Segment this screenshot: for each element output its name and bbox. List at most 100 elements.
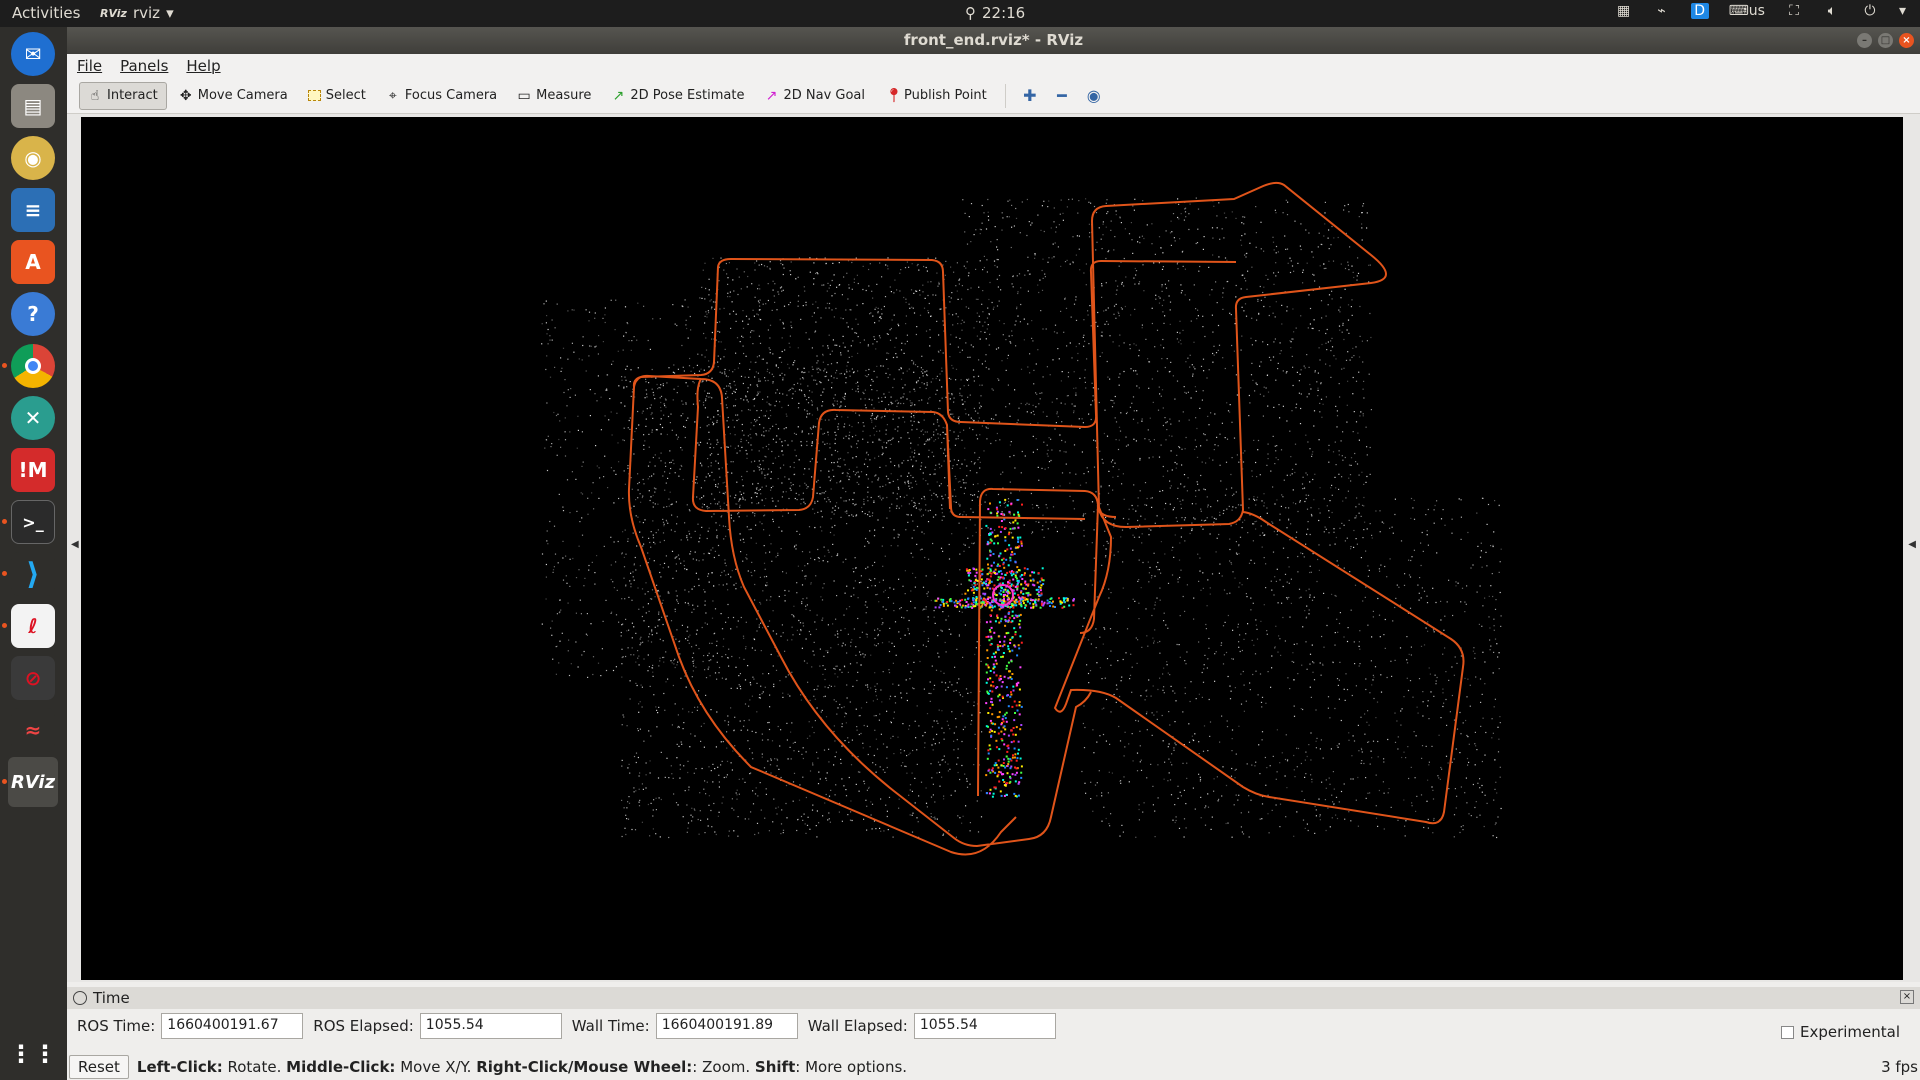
maximize-icon[interactable]: □ (1878, 33, 1893, 48)
minimize-icon[interactable]: – (1857, 33, 1872, 48)
rviz-badge-icon: RViz (100, 6, 127, 20)
clock[interactable]: ⚲ 22:16 (965, 4, 1025, 22)
tool-measure-label: Measure (536, 88, 592, 103)
terminal-icon: >_ (11, 500, 55, 544)
add-tool-button[interactable]: ✚ (1016, 82, 1044, 110)
minus-icon: ━ (1056, 86, 1067, 105)
hand-pointer-icon: ☝ (90, 87, 100, 104)
menu-bar: File Panels Help (67, 54, 1920, 78)
dock-help[interactable]: ? (8, 289, 58, 339)
right-collapse-icon[interactable]: ◀ (1908, 539, 1916, 550)
3d-render-view[interactable] (81, 117, 1903, 980)
remove-tool-button[interactable]: ━ (1048, 82, 1076, 110)
dock-vscode[interactable]: ⟩ (8, 549, 58, 599)
dock-docviewer[interactable]: ℓ (8, 601, 58, 651)
kdenlive-icon: ≈ (11, 708, 55, 752)
app-grid-icon: ⋮⋮ (9, 1040, 57, 1068)
network-wired-icon[interactable]: ⛶ (1785, 3, 1803, 19)
experimental-toggle[interactable]: Experimental (1780, 1023, 1900, 1041)
tool-measure[interactable]: ▭ Measure (509, 82, 599, 110)
tool-focus-camera[interactable]: ⌖ Focus Camera (378, 82, 505, 110)
clock-icon (73, 991, 87, 1005)
close-icon[interactable]: × (1899, 33, 1914, 48)
dock-imagemagick[interactable]: !M (8, 445, 58, 495)
dock-chrome[interactable] (8, 341, 58, 391)
menu-panels[interactable]: Panels (120, 57, 168, 75)
ros-time-label: ROS Time: (77, 1017, 156, 1035)
tool-select-label: Select (325, 88, 366, 103)
dock-thunderbird[interactable]: ✉ (8, 29, 58, 79)
files-icon: ▤ (11, 84, 55, 128)
tool-interact[interactable]: ☝ Interact (79, 81, 167, 110)
dock-kdenlive[interactable]: ≈ (8, 705, 58, 755)
experimental-checkbox[interactable] (1780, 1025, 1794, 1039)
app-blocked-icon: ⊘ (11, 656, 55, 700)
experimental-label: Experimental (1799, 1023, 1900, 1041)
tool-focus-camera-label: Focus Camera (404, 88, 498, 103)
ros-time-field[interactable]: 1660400191.67 (161, 1013, 304, 1039)
vscode-icon: ⟩ (11, 552, 55, 596)
dock-app-grid[interactable]: ⋮⋮ (8, 1029, 58, 1079)
dock-rviz[interactable]: RViz (8, 757, 58, 807)
tool-move-camera-label: Move Camera (197, 88, 288, 103)
reset-button[interactable]: Reset (69, 1054, 129, 1079)
tool-2d-pose-estimate[interactable]: ↗ 2D Pose Estimate (603, 82, 752, 110)
fps-counter: 3 fps (1881, 1058, 1918, 1076)
rhythmbox-icon: ◉ (11, 136, 55, 180)
left-collapse-icon[interactable]: ◀ (71, 539, 79, 550)
app-menu[interactable]: RViz rviz ▾ (100, 4, 174, 22)
wall-time-field[interactable]: 1660400191.89 (655, 1013, 798, 1039)
dock-blocked[interactable]: ⊘ (8, 653, 58, 703)
wall-elapsed-label: Wall Elapsed: (807, 1017, 908, 1035)
menu-help[interactable]: Help (186, 57, 220, 75)
plus-icon: ✚ (1023, 86, 1037, 105)
dock-app-x[interactable]: ✕ (8, 393, 58, 443)
dock-rhythmbox[interactable]: ◉ (8, 133, 58, 183)
wall-time-label: Wall Time: (571, 1017, 650, 1035)
alarm-icon: ⚲ (965, 4, 976, 22)
camera-type-button[interactable]: ◉ (1080, 82, 1108, 110)
dock-terminal[interactable]: >_ (8, 497, 58, 547)
map-pin-icon: 📍︎ (885, 87, 903, 104)
close-panel-icon[interactable]: × (1900, 990, 1914, 1004)
dock-writer[interactable]: ≡ (8, 185, 58, 235)
thunderbird-icon: ✉ (11, 32, 55, 76)
dock-software[interactable]: A (8, 237, 58, 287)
tool-select[interactable]: Select (300, 82, 374, 110)
calendar-indicator-icon[interactable]: ▦ (1615, 3, 1633, 19)
ros-elapsed-field[interactable]: 1055.54 (419, 1013, 562, 1039)
network-indicator-icon[interactable]: ⌁ (1653, 3, 1671, 19)
window-title: front_end.rviz* - RViz (903, 31, 1084, 49)
activities-button[interactable]: Activities (12, 4, 80, 22)
tool-publish-point-label: Publish Point (904, 88, 987, 103)
keyboard-indicator[interactable]: ⌨us (1729, 3, 1765, 19)
tool-move-camera[interactable]: ✥ Move Camera (171, 82, 296, 110)
libreoffice-writer-icon: ≡ (11, 188, 55, 232)
dock-files[interactable]: ▤ (8, 81, 58, 131)
chevron-down-icon[interactable]: ▾ (1899, 3, 1906, 19)
tool-nav-goal-label: 2D Nav Goal (783, 88, 866, 103)
system-tray: ▦ ⌁ D ⌨us ⛶ 🔈︎ ⏻ ▾ (1615, 3, 1906, 19)
rviz-icon: RViz (10, 771, 56, 793)
wall-elapsed-field[interactable]: 1055.54 (913, 1013, 1056, 1039)
power-icon[interactable]: ⏻ (1861, 3, 1879, 19)
focus-crosshair-icon: ⌖ (388, 87, 397, 104)
time-panel-header: Time × (67, 987, 1920, 1009)
volume-icon[interactable]: 🔈︎ (1823, 3, 1841, 19)
software-center-icon: A (11, 240, 55, 284)
tool-2d-nav-goal[interactable]: ↗ 2D Nav Goal (756, 82, 873, 110)
dropbox-icon[interactable]: D (1690, 3, 1709, 19)
hint-shift-key: Shift (754, 1057, 796, 1076)
tool-publish-point[interactable]: 📍︎ Publish Point (877, 82, 995, 110)
time-panel-title: Time (93, 989, 130, 1007)
trajectory-path (627, 181, 1465, 856)
render-frame: ◀ ◀ (67, 114, 1920, 982)
magenta-arrow-icon: ↗ (765, 87, 778, 104)
rviz-window: front_end.rviz* - RViz – □ × File Panels… (67, 27, 1920, 1080)
menu-file[interactable]: File (77, 57, 102, 75)
window-titlebar[interactable]: front_end.rviz* - RViz – □ × (67, 27, 1920, 54)
ruler-icon: ▭ (517, 87, 531, 104)
system-top-bar: Activities RViz rviz ▾ ⚲ 22:16 ▦ ⌁ D ⌨us… (0, 0, 1920, 27)
help-icon: ? (11, 292, 55, 336)
hint-right-text: : Zoom. (692, 1057, 751, 1076)
